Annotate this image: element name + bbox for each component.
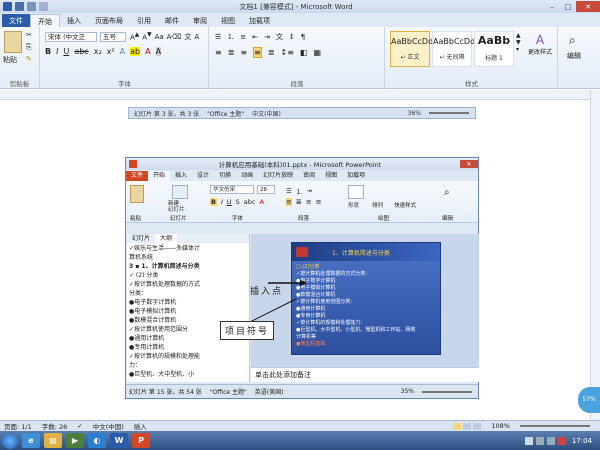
tray-icons [524, 436, 566, 445]
view-buttons[interactable] [453, 422, 482, 430]
tray-network-icon[interactable] [535, 436, 544, 445]
bullet-pointer-line [247, 298, 297, 324]
taskbar-qq-icon[interactable]: ◐ [88, 433, 106, 448]
word-status-bar: 页面: 1/1 字数: 26 ✓ 中文(中国) 插入 108% [0, 420, 600, 431]
taskbar: e ▤ ▶ ◐ W P 17:04 [0, 431, 600, 450]
taskbar-powerpoint-icon[interactable]: P [132, 433, 150, 448]
proofing-icon[interactable]: ✓ [77, 422, 82, 430]
status-page[interactable]: 页面: 1/1 [4, 421, 32, 431]
tray-volume-icon[interactable] [546, 436, 555, 445]
status-mode[interactable]: 插入 [134, 421, 147, 431]
insertion-point-label: 插入点 [250, 287, 284, 297]
reading-icon[interactable] [463, 422, 472, 430]
status-lang[interactable]: 中文(中国) [93, 421, 124, 431]
start-button[interactable] [2, 432, 18, 449]
tray-ime-icon[interactable] [524, 436, 533, 445]
insertion-arrowhead [300, 280, 307, 286]
status-words[interactable]: 字数: 26 [42, 421, 68, 431]
taskbar-ie-icon[interactable]: e [22, 433, 40, 448]
zoom-slider[interactable] [520, 425, 590, 427]
taskbar-media-icon[interactable]: ▶ [66, 433, 84, 448]
clock[interactable]: 17:04 [572, 437, 592, 445]
progress-badge[interactable]: 57% [578, 387, 600, 413]
print-layout-icon[interactable] [453, 422, 462, 430]
taskbar-word-icon[interactable]: W [110, 433, 128, 448]
callout-arrows [247, 280, 307, 324]
bullet-callout: 项目符号 [220, 321, 275, 340]
status-zoom[interactable]: 108% [491, 422, 510, 430]
taskbar-explorer-icon[interactable]: ▤ [44, 433, 62, 448]
tray-flag-icon[interactable] [557, 436, 566, 445]
web-layout-icon[interactable] [473, 422, 482, 430]
